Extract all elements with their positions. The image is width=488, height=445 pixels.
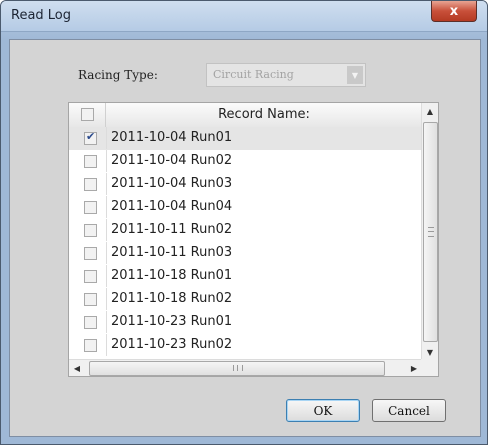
racing-type-value: Circuit Racing <box>213 68 294 81</box>
record-name: 2011-10-11 Run02 <box>106 219 422 241</box>
scrollbar-corner <box>421 359 438 376</box>
select-all-checkbox[interactable] <box>81 108 94 121</box>
ok-button[interactable]: OK <box>286 399 360 422</box>
record-name: 2011-10-11 Run03 <box>106 242 422 264</box>
list-item[interactable]: 2011-10-18 Run02 <box>69 288 422 311</box>
record-name: 2011-10-23 Run02 <box>106 334 422 356</box>
row-checkbox[interactable] <box>84 339 97 352</box>
horizontal-scroll-thumb[interactable] <box>89 361 385 376</box>
list-item[interactable]: 2011-10-04 Run01 <box>69 127 422 150</box>
list-header: Record Name: <box>69 103 422 128</box>
grip-icon <box>233 365 243 371</box>
row-checkbox[interactable] <box>84 201 97 214</box>
cancel-button[interactable]: Cancel <box>372 399 446 422</box>
list-item[interactable]: 2011-10-04 Run04 <box>69 196 422 219</box>
list-item[interactable]: 2011-10-18 Run01 <box>69 265 422 288</box>
row-checkbox[interactable] <box>84 224 97 237</box>
list-item[interactable]: 2011-10-11 Run03 <box>69 242 422 265</box>
scroll-right-arrow-icon[interactable]: ▶ <box>406 360 422 376</box>
record-name: 2011-10-04 Run01 <box>106 127 422 149</box>
row-checkbox[interactable] <box>84 293 97 306</box>
record-name: 2011-10-04 Run02 <box>106 150 422 172</box>
record-name: 2011-10-18 Run02 <box>106 288 422 310</box>
row-checkbox[interactable] <box>84 270 97 283</box>
list-item[interactable]: 2011-10-23 Run01 <box>69 311 422 334</box>
row-checkbox[interactable] <box>84 155 97 168</box>
vertical-scrollbar[interactable]: ▲ ▼ <box>421 103 438 361</box>
record-name-column-header[interactable]: Record Name: <box>106 103 422 127</box>
row-checkbox[interactable] <box>84 316 97 329</box>
grip-icon <box>428 227 434 237</box>
racing-type-select[interactable]: Circuit Racing ▼ <box>206 63 366 87</box>
list-item[interactable]: 2011-10-04 Run03 <box>69 173 422 196</box>
list-item[interactable]: 2011-10-04 Run02 <box>69 150 422 173</box>
record-name: 2011-10-04 Run03 <box>106 173 422 195</box>
read-log-dialog: Read Log x Racing Type: Circuit Racing ▼… <box>0 0 488 445</box>
record-list: Record Name: 2011-10-04 Run012011-10-04 … <box>68 102 439 377</box>
title-bar[interactable]: Read Log x <box>1 1 487 32</box>
vertical-scroll-thumb[interactable] <box>423 122 438 342</box>
row-checkbox[interactable] <box>84 178 97 191</box>
record-name: 2011-10-18 Run01 <box>106 265 422 287</box>
record-name: 2011-10-04 Run04 <box>106 196 422 218</box>
close-button[interactable]: x <box>431 1 477 22</box>
scroll-left-arrow-icon[interactable]: ◀ <box>69 360 85 376</box>
scroll-up-arrow-icon[interactable]: ▲ <box>422 103 438 120</box>
list-item[interactable]: 2011-10-11 Run02 <box>69 219 422 242</box>
chevron-down-icon[interactable]: ▼ <box>347 66 363 84</box>
row-checkbox[interactable] <box>84 130 97 145</box>
row-checkbox[interactable] <box>84 247 97 260</box>
close-icon: x <box>449 3 459 19</box>
racing-type-label: Racing Type: <box>78 68 158 82</box>
list-item[interactable]: 2011-10-23 Run02 <box>69 334 422 357</box>
window-title: Read Log <box>11 8 72 23</box>
record-name: 2011-10-23 Run01 <box>106 311 422 333</box>
dialog-body: Racing Type: Circuit Racing ▼ Record Nam… <box>9 39 481 437</box>
horizontal-scrollbar[interactable]: ◀ ▶ <box>69 359 422 376</box>
header-checkbox-cell <box>69 103 106 127</box>
